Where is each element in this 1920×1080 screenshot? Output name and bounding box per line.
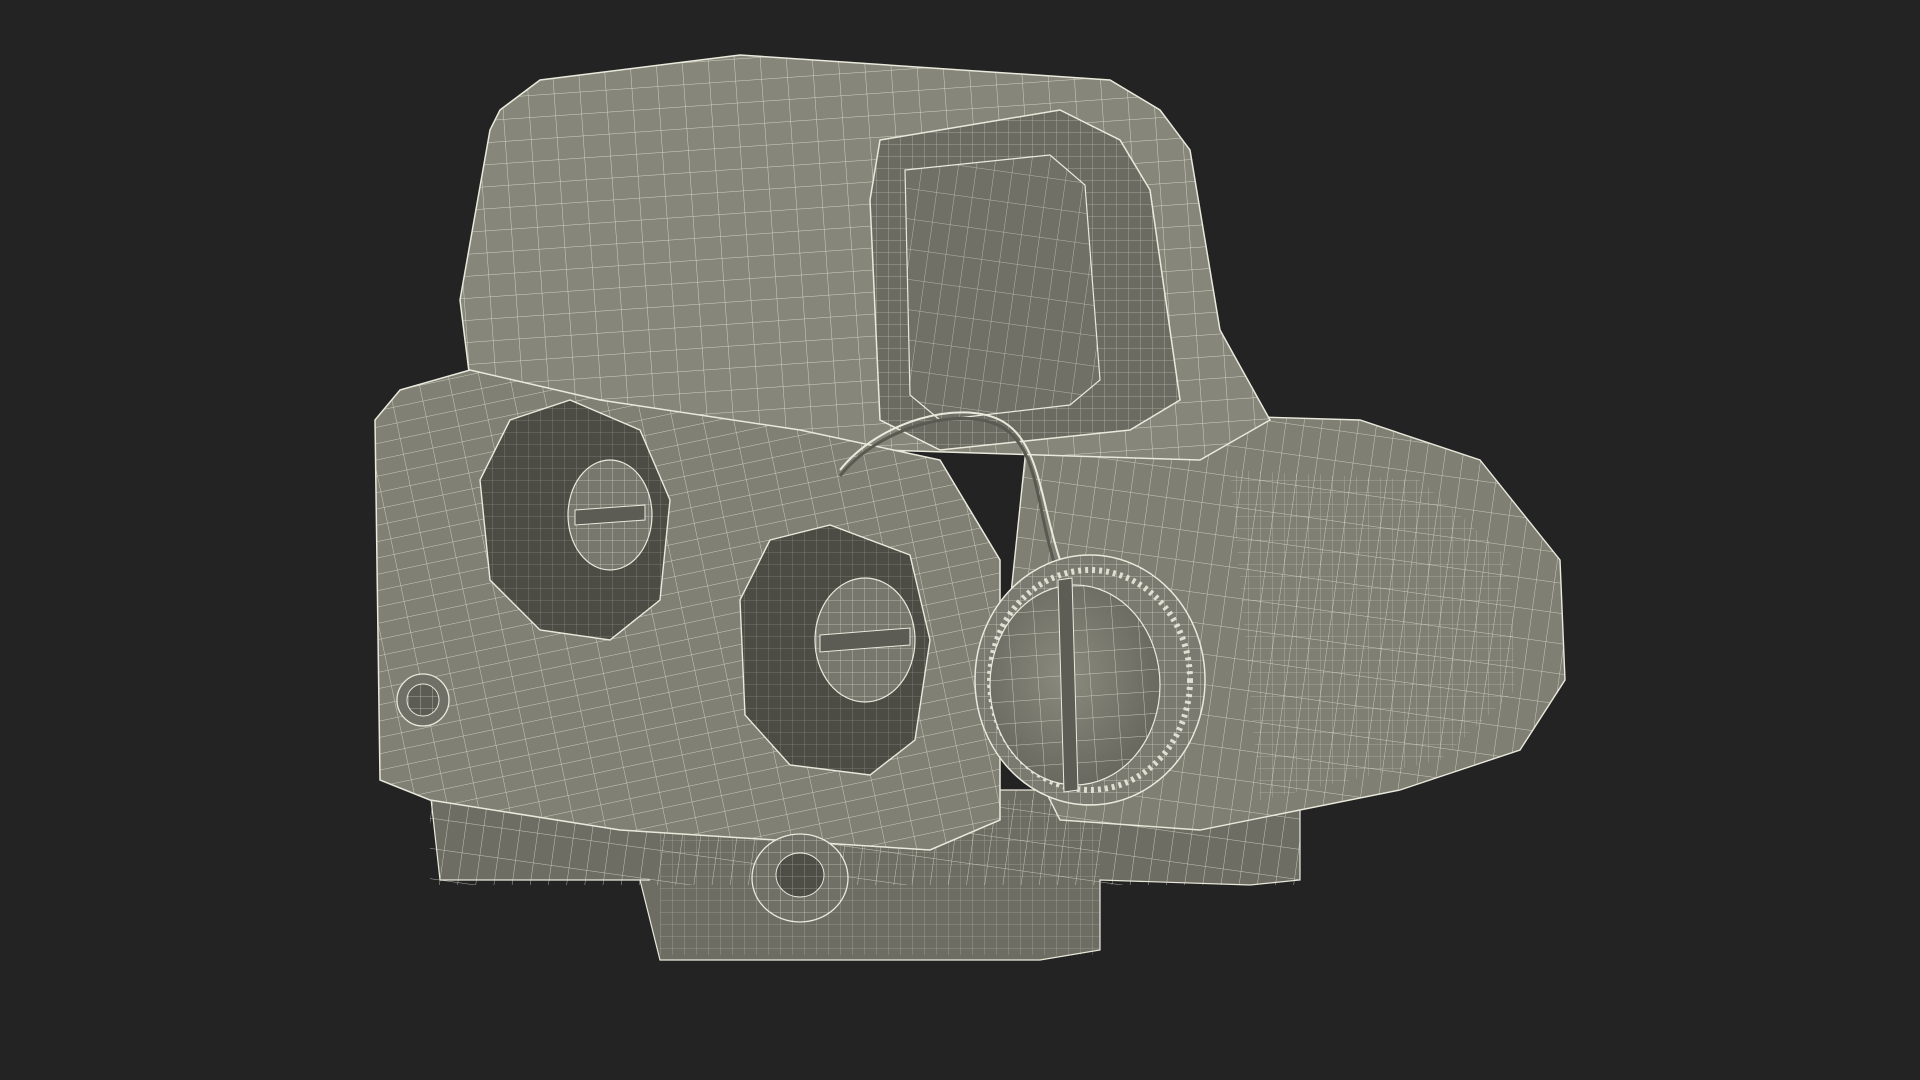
side-screw — [396, 673, 450, 727]
viewport — [0, 0, 1920, 1080]
sight-wireframe-render — [374, 54, 1566, 961]
center-button-recess — [739, 524, 931, 776]
adjustment-knob — [974, 554, 1206, 806]
mount-bolt — [751, 833, 849, 923]
